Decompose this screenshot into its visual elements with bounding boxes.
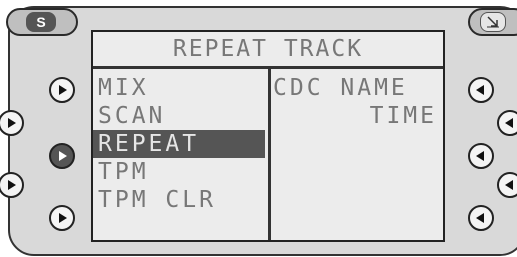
menu-item-mix[interactable]: MIX — [93, 74, 265, 102]
arrow-left-icon — [505, 118, 513, 128]
arrow-right-icon — [8, 180, 16, 190]
menu-list: MIX SCAN REPEAT TPM TPM CLR — [93, 74, 265, 214]
softkey-right-3[interactable] — [468, 143, 494, 169]
screen-title: REPEAT TRACK — [93, 32, 443, 69]
info-item-cdc-name[interactable]: CDC NAME — [273, 74, 443, 102]
menu-item-tpm[interactable]: TPM — [93, 158, 265, 186]
arrow-right-icon — [8, 118, 16, 128]
exit-arrow-icon — [480, 12, 506, 32]
info-list: CDC NAME TIME — [273, 74, 443, 130]
softkey-left-1[interactable] — [49, 77, 75, 103]
menu-item-tpm-clr[interactable]: TPM CLR — [93, 186, 265, 214]
menu-item-repeat[interactable]: REPEAT — [93, 130, 265, 158]
info-item-time[interactable]: TIME — [273, 102, 443, 130]
arrow-left-icon — [476, 213, 484, 223]
arrow-left-icon — [476, 151, 484, 161]
softkey-right-4[interactable] — [497, 172, 517, 198]
column-divider — [268, 69, 271, 240]
softkey-right-2[interactable] — [497, 110, 517, 136]
source-button-label: S — [26, 12, 56, 32]
softkey-right-1[interactable] — [468, 77, 494, 103]
arrow-right-icon — [59, 151, 67, 161]
arrow-left-icon — [476, 85, 484, 95]
softkey-left-3[interactable] — [49, 143, 75, 169]
softkey-right-5[interactable] — [468, 205, 494, 231]
lcd-screen: REPEAT TRACK MIX SCAN REPEAT TPM TPM CLR… — [91, 30, 445, 242]
arrow-right-icon — [59, 213, 67, 223]
softkey-left-5[interactable] — [49, 205, 75, 231]
arrow-right-icon — [59, 85, 67, 95]
arrow-left-icon — [505, 180, 513, 190]
menu-item-scan[interactable]: SCAN — [93, 102, 265, 130]
source-button[interactable]: S — [6, 8, 78, 36]
exit-button[interactable] — [468, 8, 517, 36]
